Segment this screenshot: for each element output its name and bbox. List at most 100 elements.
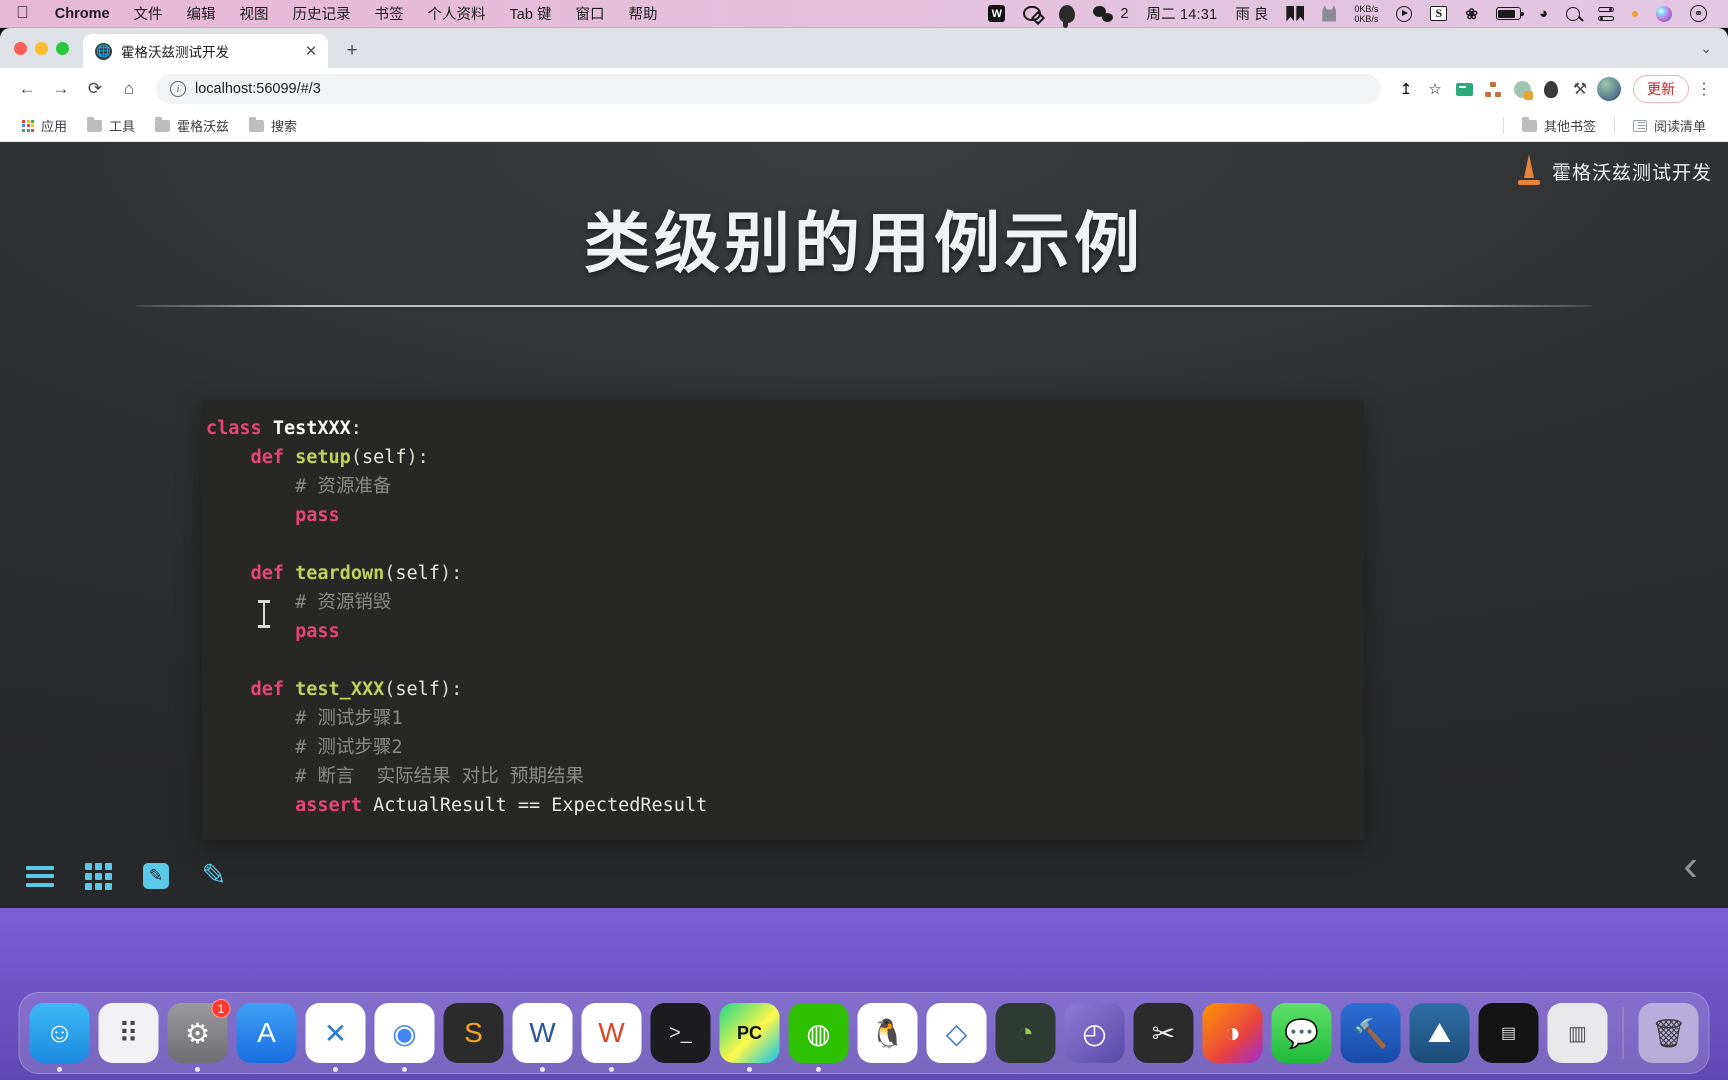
dock-item-system-settings[interactable]: ⚙ 1 <box>167 999 231 1072</box>
menu-item-bookmarks[interactable]: 书签 <box>363 3 416 24</box>
menu-item-view[interactable]: 视图 <box>228 3 281 24</box>
reload-button[interactable]: ⟳ <box>80 74 110 104</box>
dock-item-vs-code[interactable]: ✕ <box>305 1003 366 1072</box>
wifi-icon[interactable]: ◕ <box>1530 0 1557 28</box>
address-bar[interactable]: i localhost:56099/#/3 <box>156 74 1381 104</box>
share-button[interactable]: ↥ <box>1393 76 1419 102</box>
bookmark-apps[interactable]: 应用 <box>14 113 75 138</box>
dock-item-evernote[interactable]: ◔ <box>995 1003 1056 1063</box>
dock-item-firefox[interactable]: ◑ <box>1202 1003 1263 1063</box>
menu-clock[interactable]: 周二 14:31 <box>1137 0 1226 28</box>
bookmark-search[interactable]: 搜索 <box>241 113 305 138</box>
wps-status-icon[interactable]: W <box>979 0 1014 28</box>
extensions-puzzle-icon[interactable]: ⚒ <box>1567 76 1593 102</box>
desktop-wallpaper: ☺ ⠿ ⚙ 1 A ✕ ◉ S W W >_ PC ◍ 🐧 ◇ ◔ ◴ ✂ ◑ 💬 🔨 ⛰ ▤ ▥ 🗑 <box>0 908 1728 1080</box>
tab-strip: 🌐 霍格沃兹测试开发 ✕ + ⌄ <box>0 28 1728 68</box>
new-tab-button[interactable]: + <box>338 37 366 65</box>
maximize-window-button[interactable] <box>56 41 69 55</box>
evernote-status-icon[interactable] <box>1050 0 1084 28</box>
minimize-window-button[interactable] <box>35 41 48 55</box>
bluetooth-icon[interactable]: ❀ <box>1456 0 1487 28</box>
home-button[interactable]: ⌂ <box>114 74 144 104</box>
chevron-down-icon[interactable]: ⌄ <box>1700 40 1712 57</box>
dock-item-app-store[interactable]: A <box>236 1003 297 1063</box>
dock-item-downloads-stack[interactable]: ▥ <box>1547 1003 1608 1063</box>
menu-item-file[interactable]: 文件 <box>122 3 175 24</box>
chrome-menu-button[interactable]: ⋮ <box>1692 75 1716 103</box>
reading-list[interactable]: 阅读清单 <box>1625 113 1714 138</box>
dock-item-mind-node[interactable]: ⛰ <box>1409 1003 1470 1063</box>
dock-item-google-chrome[interactable]: ◉ <box>374 1003 435 1072</box>
wechat-status-icon[interactable]: 2 <box>1084 0 1137 28</box>
dock-item-qq[interactable]: 🐧 <box>857 1003 918 1063</box>
extension-evernote-icon[interactable] <box>1538 76 1564 102</box>
menu-item-tab[interactable]: Tab 键 <box>498 3 564 24</box>
extension-sitemap-icon[interactable] <box>1480 76 1506 102</box>
dock-item-sublime-text[interactable]: S <box>443 1003 504 1063</box>
dock-item-wps-office[interactable]: W <box>581 1003 642 1072</box>
bookmark-hogwarts[interactable]: 霍格沃兹 <box>147 113 237 138</box>
menu-item-profiles[interactable]: 个人资料 <box>416 3 498 24</box>
battery-icon[interactable] <box>1487 0 1530 28</box>
extension-circle-icon[interactable] <box>1509 76 1535 102</box>
cat-status-icon[interactable] <box>1313 0 1345 28</box>
siri-icon[interactable] <box>1647 0 1681 28</box>
dock-item-charles-proxy[interactable]: ◇ <box>926 1003 987 1063</box>
hogwarts-hat-icon <box>1516 154 1542 188</box>
update-button[interactable]: 更新 <box>1633 75 1689 103</box>
network-speed-indicator[interactable]: 0KB/s 0KB/s <box>1345 0 1387 28</box>
dock-item-wechat[interactable]: ◍ <box>788 1003 849 1072</box>
menu-item-window[interactable]: 窗口 <box>563 3 616 24</box>
dock-item-final-cut[interactable]: ✂ <box>1133 1003 1194 1063</box>
control-center-icon[interactable] <box>1589 0 1623 28</box>
dock-item-pycharm[interactable]: PC <box>719 1003 780 1072</box>
sogou-input-icon[interactable]: S <box>1421 0 1456 28</box>
vs-code-icon: ✕ <box>305 1003 366 1063</box>
dock-item-xcode[interactable]: 🔨 <box>1340 1003 1401 1063</box>
menu-app-name[interactable]: Chrome <box>43 6 122 22</box>
menu-item-history[interactable]: 历史记录 <box>281 3 363 24</box>
pen-box-icon[interactable] <box>140 860 172 892</box>
media-play-icon[interactable] <box>1387 0 1421 28</box>
code-token: ( <box>384 679 396 700</box>
site-info-icon[interactable]: i <box>170 81 186 97</box>
extension-green-icon[interactable] <box>1451 76 1477 102</box>
other-bookmarks[interactable]: 其他书签 <box>1514 113 1604 138</box>
bookmark-tools[interactable]: 工具 <box>79 113 143 138</box>
forward-button[interactable]: → <box>46 74 76 104</box>
launchpad-icon: ⠿ <box>98 1003 159 1063</box>
bookmark-star-icon[interactable]: ☆ <box>1422 76 1448 102</box>
dock-item-messages[interactable]: 💬 <box>1271 1003 1332 1063</box>
close-tab-icon[interactable]: ✕ <box>302 42 320 60</box>
menu-icon[interactable] <box>24 860 56 892</box>
previous-slide-button[interactable]: ‹ <box>1683 844 1698 888</box>
close-window-button[interactable] <box>14 41 27 55</box>
dock-item-terminal[interactable]: >_ <box>650 1003 711 1063</box>
dock-item-microsoft-word[interactable]: W <box>512 1003 573 1072</box>
avatar[interactable] <box>1596 76 1622 102</box>
split-window-icon[interactable] <box>1277 0 1313 28</box>
dock-item-launchpad[interactable]: ⠿ <box>98 1003 159 1063</box>
apple-logo-icon[interactable]:  <box>16 4 29 21</box>
dock-item-iterm[interactable]: ▤ <box>1478 1003 1539 1063</box>
menu-item-edit[interactable]: 编辑 <box>175 3 228 24</box>
notification-center-icon[interactable]: ⚭ <box>1681 0 1716 28</box>
terminal-icon: >_ <box>650 1003 711 1063</box>
slide-toolbar: ✎ <box>24 860 230 892</box>
spotlight-search-icon[interactable] <box>1557 0 1589 28</box>
divider <box>1613 117 1615 134</box>
browser-tab[interactable]: 🌐 霍格沃兹测试开发 ✕ <box>83 34 328 68</box>
menu-weather[interactable]: 雨 良 <box>1226 0 1277 28</box>
grid-icon[interactable] <box>82 860 114 892</box>
dock-item-finder[interactable]: ☺ <box>29 1003 90 1072</box>
running-indicator <box>402 1067 407 1072</box>
chat-bubble-status-icon[interactable] <box>1014 0 1050 28</box>
menu-item-help[interactable]: 帮助 <box>616 3 669 24</box>
dock-item-trash[interactable]: 🗑 <box>1638 1003 1699 1063</box>
back-button[interactable]: ← <box>12 74 42 104</box>
pencil-icon[interactable]: ✎ <box>198 860 230 892</box>
dock-item-time-machine[interactable]: ◴ <box>1064 1003 1125 1063</box>
toolbar-right-actions: ↥ ☆ ⚒ 更新 ⋮ <box>1393 75 1716 103</box>
code-token: assert <box>295 795 362 816</box>
